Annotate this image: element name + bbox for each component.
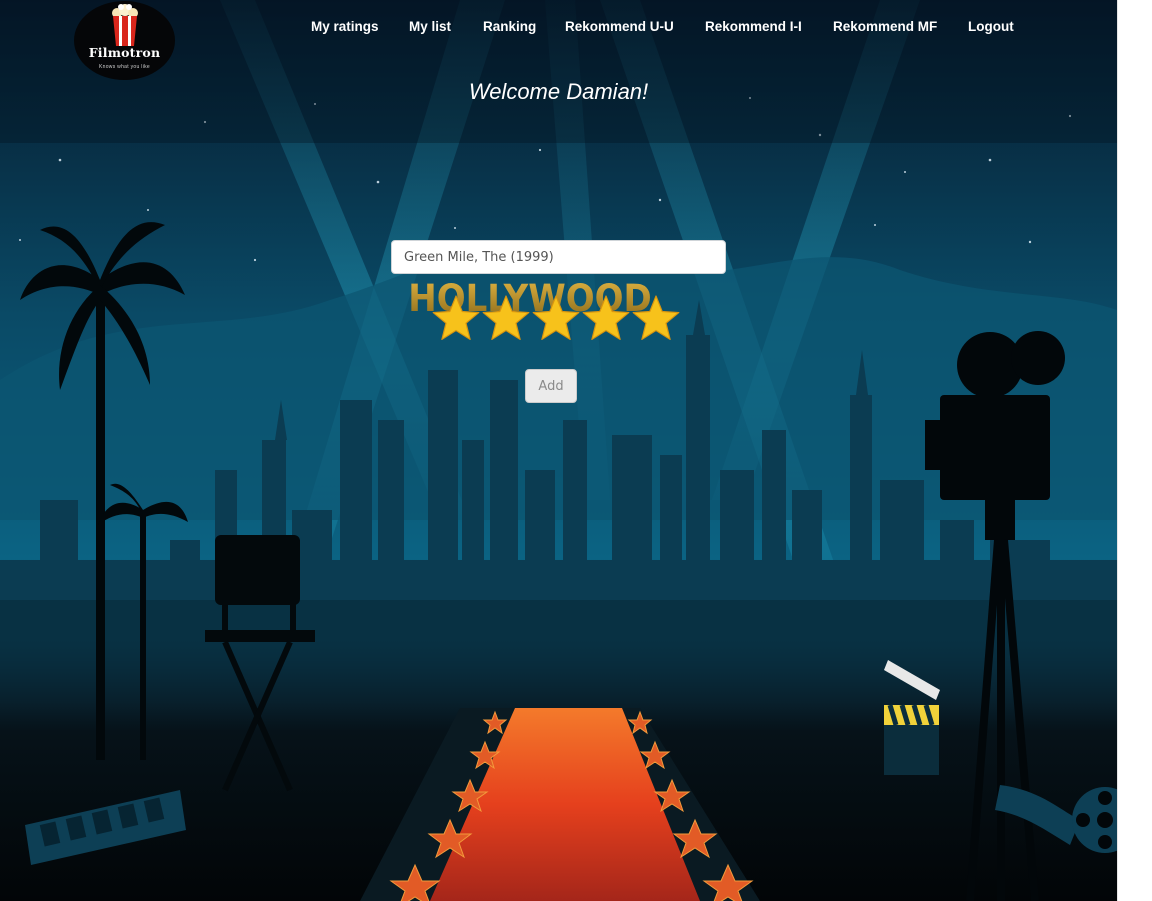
rating-star-1[interactable] <box>430 293 482 345</box>
page-stage: HOLLYWOOD Filmotron Knows what you like … <box>0 0 1117 901</box>
rating-star-3[interactable] <box>530 293 582 345</box>
add-button[interactable]: Add <box>525 369 577 403</box>
star-rating <box>430 293 686 345</box>
logo-brand-name: Filmotron <box>88 45 161 60</box>
popcorn-icon <box>112 4 138 46</box>
rating-star-5[interactable] <box>630 293 682 345</box>
nav-rekommend-i-i[interactable]: Rekommend I-I <box>705 17 802 37</box>
top-navbar: Filmotron Knows what you like My ratings… <box>0 0 1117 143</box>
nav-rekommend-u-u[interactable]: Rekommend U-U <box>565 17 674 37</box>
rating-star-4[interactable] <box>580 293 632 345</box>
nav-my-ratings[interactable]: My ratings <box>311 17 379 37</box>
page-right-margin <box>1117 0 1152 901</box>
rating-star-2[interactable] <box>480 293 532 345</box>
movie-title-input[interactable] <box>391 240 726 274</box>
welcome-message: Welcome Damian! <box>468 79 649 104</box>
nav-logout[interactable]: Logout <box>968 17 1014 37</box>
nav-my-list[interactable]: My list <box>409 17 451 37</box>
logo-tagline: Knows what you like <box>98 64 150 70</box>
nav-ranking[interactable]: Ranking <box>483 17 536 37</box>
nav-rekommend-mf[interactable]: Rekommend MF <box>833 17 937 37</box>
filmotron-logo[interactable]: Filmotron Knows what you like <box>74 1 175 80</box>
